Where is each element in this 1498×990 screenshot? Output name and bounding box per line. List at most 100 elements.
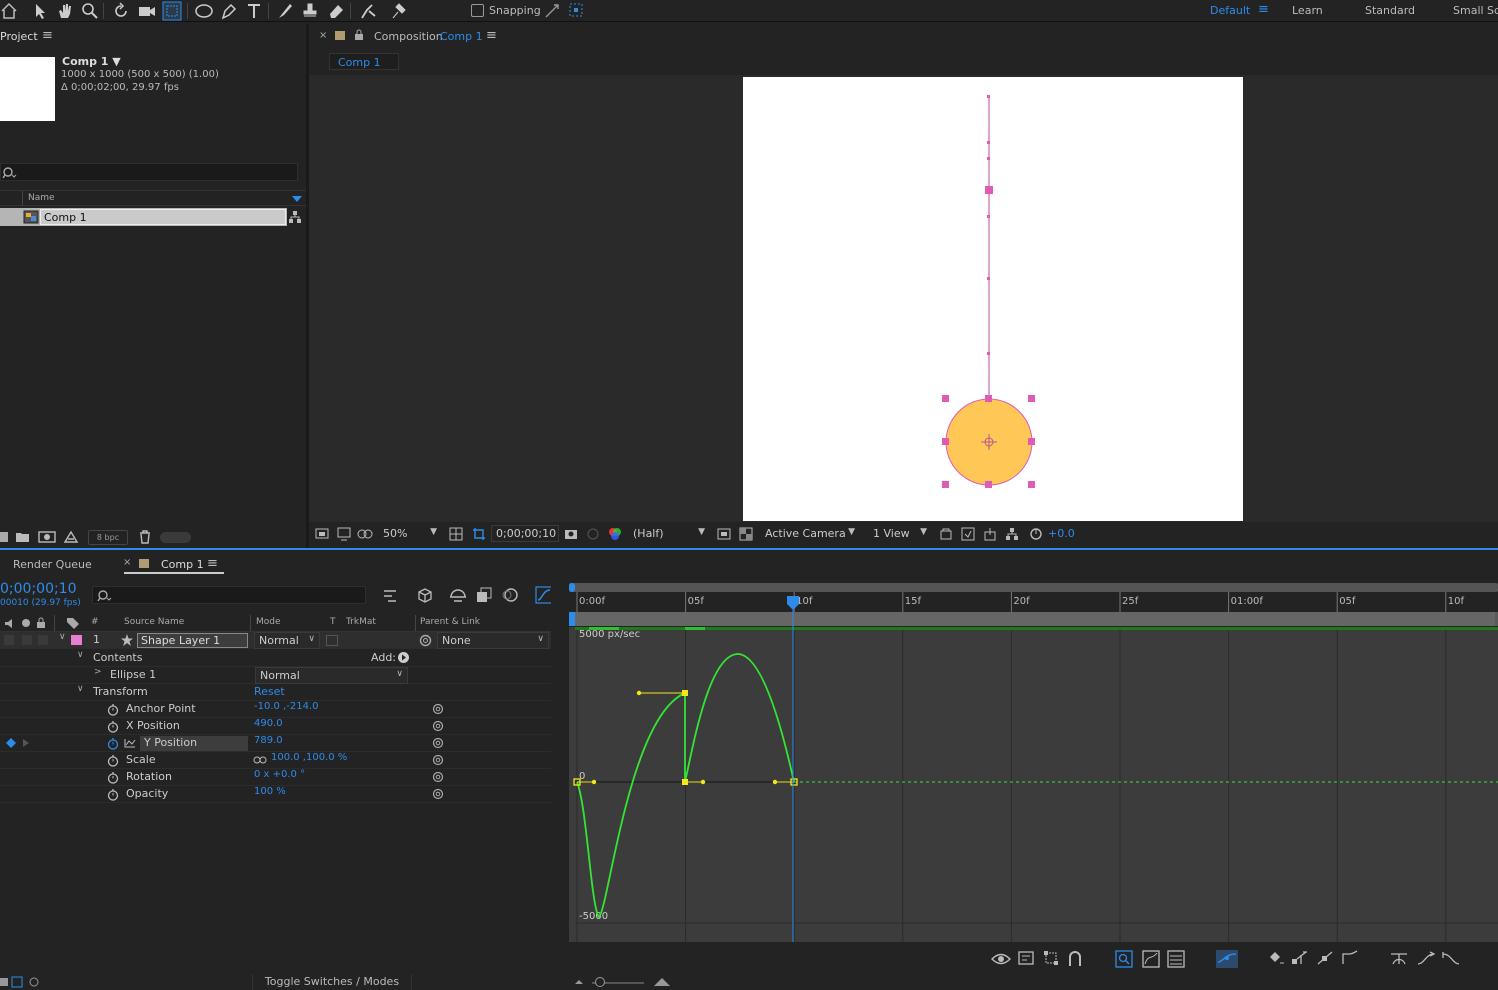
- pan-behind-tool-icon[interactable]: [162, 1, 182, 21]
- zoom-out-icon[interactable]: [574, 978, 584, 986]
- exposure-value[interactable]: +0.0: [1048, 527, 1075, 540]
- anchor-point-row[interactable]: Anchor Point -10.0 ,-214.0: [0, 701, 551, 718]
- constrain-proportions-icon[interactable]: [253, 756, 267, 764]
- workspace-learn[interactable]: Learn: [1292, 4, 1323, 17]
- comp-canvas[interactable]: [743, 77, 1243, 521]
- reset-exposure-icon[interactable]: [1029, 527, 1043, 541]
- ellipse-expand-arrow[interactable]: >: [94, 667, 102, 677]
- stopwatch-active-icon[interactable]: [107, 737, 119, 750]
- comp-mini-flowchart-icon[interactable]: [382, 587, 398, 603]
- keyframe-diamond-icon[interactable]: [6, 738, 16, 748]
- transform-box-icon[interactable]: [1043, 950, 1059, 966]
- home-icon[interactable]: [0, 2, 18, 20]
- render-time-icon[interactable]: [28, 976, 40, 988]
- project-item-comp[interactable]: Comp 1: [0, 208, 287, 226]
- current-time-display[interactable]: 0;00;00;10: [0, 581, 77, 597]
- motion-blur-icon[interactable]: [502, 587, 518, 603]
- show-snapshot-icon[interactable]: [586, 527, 600, 541]
- motion-path-keyframe[interactable]: [985, 186, 993, 194]
- ellipse-tool-icon[interactable]: [194, 2, 214, 20]
- opacity-row[interactable]: Opacity 100 %: [0, 786, 551, 803]
- keyframe-point[interactable]: [682, 779, 688, 785]
- snap-to-edges-icon[interactable]: [568, 2, 584, 18]
- hand-tool-icon[interactable]: [56, 2, 74, 20]
- workspace-small-screen[interactable]: Small Sc: [1453, 4, 1498, 17]
- rotation-row[interactable]: Rotation 0 x +0.0 °: [0, 769, 551, 786]
- channel-icon[interactable]: [608, 527, 622, 541]
- time-ruler[interactable]: 0:00f 05f 10f 15f 20f 25f 01:00f 05f 10f: [569, 583, 1498, 627]
- shy-layers-icon[interactable]: [449, 587, 467, 603]
- graph-editor-svg[interactable]: 5000 px/sec0-5000: [569, 627, 1498, 942]
- fit-all-icon[interactable]: [1142, 950, 1160, 968]
- video-switch[interactable]: [4, 635, 14, 645]
- easy-ease-in-icon[interactable]: [1416, 950, 1436, 966]
- transform-reset-link[interactable]: Reset: [254, 685, 285, 698]
- graph-include-icon[interactable]: [124, 738, 136, 748]
- interpret-footage-icon[interactable]: [0, 530, 10, 544]
- zoom-in-icon[interactable]: [653, 976, 671, 988]
- layer-search-input[interactable]: [92, 586, 366, 604]
- snapshot-icon[interactable]: [564, 527, 578, 541]
- zoom-slider-handle[interactable]: [595, 977, 605, 987]
- stopwatch-icon[interactable]: [107, 703, 119, 716]
- puppet-pin-tool-icon[interactable]: [390, 2, 410, 20]
- layer-row-shape-layer-1[interactable]: ∨ 1 Shape Layer 1 Normal ∨ None ∨: [0, 632, 551, 649]
- hold-keyframe-icon[interactable]: [1269, 951, 1285, 967]
- ellipse-row[interactable]: > Ellipse 1 Normal ∨: [0, 667, 551, 684]
- timecode-display[interactable]: 0;00;00;10: [491, 525, 559, 542]
- layer-expand-arrow[interactable]: ∨: [59, 632, 66, 642]
- scale-value[interactable]: 100.0 ,100.0 %: [271, 752, 347, 763]
- bezier-handle[interactable]: [591, 779, 597, 785]
- comp-flowchart-icon[interactable]: [1005, 527, 1019, 541]
- project-tab[interactable]: Project: [0, 30, 38, 43]
- y-position-label-box[interactable]: Y Position: [140, 736, 248, 751]
- x-position-value[interactable]: 490.0: [254, 718, 283, 729]
- layer-label-color[interactable]: [71, 635, 82, 645]
- always-preview-icon[interactable]: [315, 527, 329, 541]
- stopwatch-icon[interactable]: [107, 788, 119, 801]
- new-folder-icon[interactable]: [15, 530, 31, 544]
- show-properties-icon[interactable]: [991, 952, 1011, 966]
- column-menu-icon[interactable]: [291, 195, 303, 203]
- work-area-bar[interactable]: [569, 583, 1498, 592]
- render-queue-tab[interactable]: Render Queue: [13, 558, 92, 571]
- add-menu-icon[interactable]: [397, 651, 410, 664]
- opacity-value[interactable]: 100 %: [254, 786, 286, 797]
- clone-stamp-tool-icon[interactable]: [301, 2, 319, 20]
- project-search-input[interactable]: [0, 163, 298, 181]
- comp-name-dropdown[interactable]: Comp 1 ▼: [62, 55, 121, 68]
- ellipse-mode-dropdown[interactable]: Normal ∨: [255, 667, 408, 684]
- pen-tool-icon[interactable]: [220, 2, 238, 20]
- solo-switch[interactable]: [22, 635, 32, 645]
- col-trkmat[interactable]: TrkMat: [346, 617, 376, 627]
- transparency-grid-icon[interactable]: [739, 527, 753, 541]
- col-parent-link[interactable]: Parent & Link: [420, 617, 480, 627]
- comp-tab-prefix[interactable]: Composition: [374, 30, 443, 43]
- lock-switch[interactable]: [38, 635, 48, 645]
- snap-options-icon[interactable]: [544, 2, 560, 20]
- easy-ease-out-icon[interactable]: [1441, 950, 1461, 966]
- bezier-handle[interactable]: [772, 779, 778, 785]
- lock-icon[interactable]: [354, 29, 364, 41]
- timeline-menu-icon[interactable]: ≡: [207, 556, 218, 571]
- expression-pickwhip-icon[interactable]: [432, 771, 444, 783]
- anchor-point-value[interactable]: -10.0 ,-214.0: [254, 701, 318, 712]
- linear-keyframe-icon[interactable]: [1291, 950, 1309, 966]
- expression-pickwhip-icon[interactable]: [432, 720, 444, 732]
- toggle-pixel-aspect-icon[interactable]: [939, 527, 953, 541]
- monitor-icon[interactable]: [337, 527, 351, 541]
- resolution-dropdown[interactable]: (Half) ▼: [628, 525, 710, 542]
- graph-options-icon[interactable]: [1018, 951, 1034, 967]
- comp-tab-menu-icon[interactable]: ≡: [486, 28, 497, 43]
- delete-icon[interactable]: [138, 530, 152, 544]
- fit-selection-icon[interactable]: [1115, 950, 1133, 968]
- expand-panes-icon[interactable]: [11, 976, 23, 988]
- stopwatch-icon[interactable]: [107, 720, 119, 733]
- edit-selected-keys-icon[interactable]: [1215, 949, 1239, 969]
- contents-expand-arrow[interactable]: ∨: [77, 650, 84, 660]
- workspace-menu-icon[interactable]: ≡: [1258, 2, 1269, 17]
- rotate-tool-icon[interactable]: [112, 2, 130, 20]
- project-col-name[interactable]: Name: [28, 193, 55, 203]
- render-toggle-icon[interactable]: [961, 527, 975, 541]
- region-of-interest-icon[interactable]: [472, 527, 486, 541]
